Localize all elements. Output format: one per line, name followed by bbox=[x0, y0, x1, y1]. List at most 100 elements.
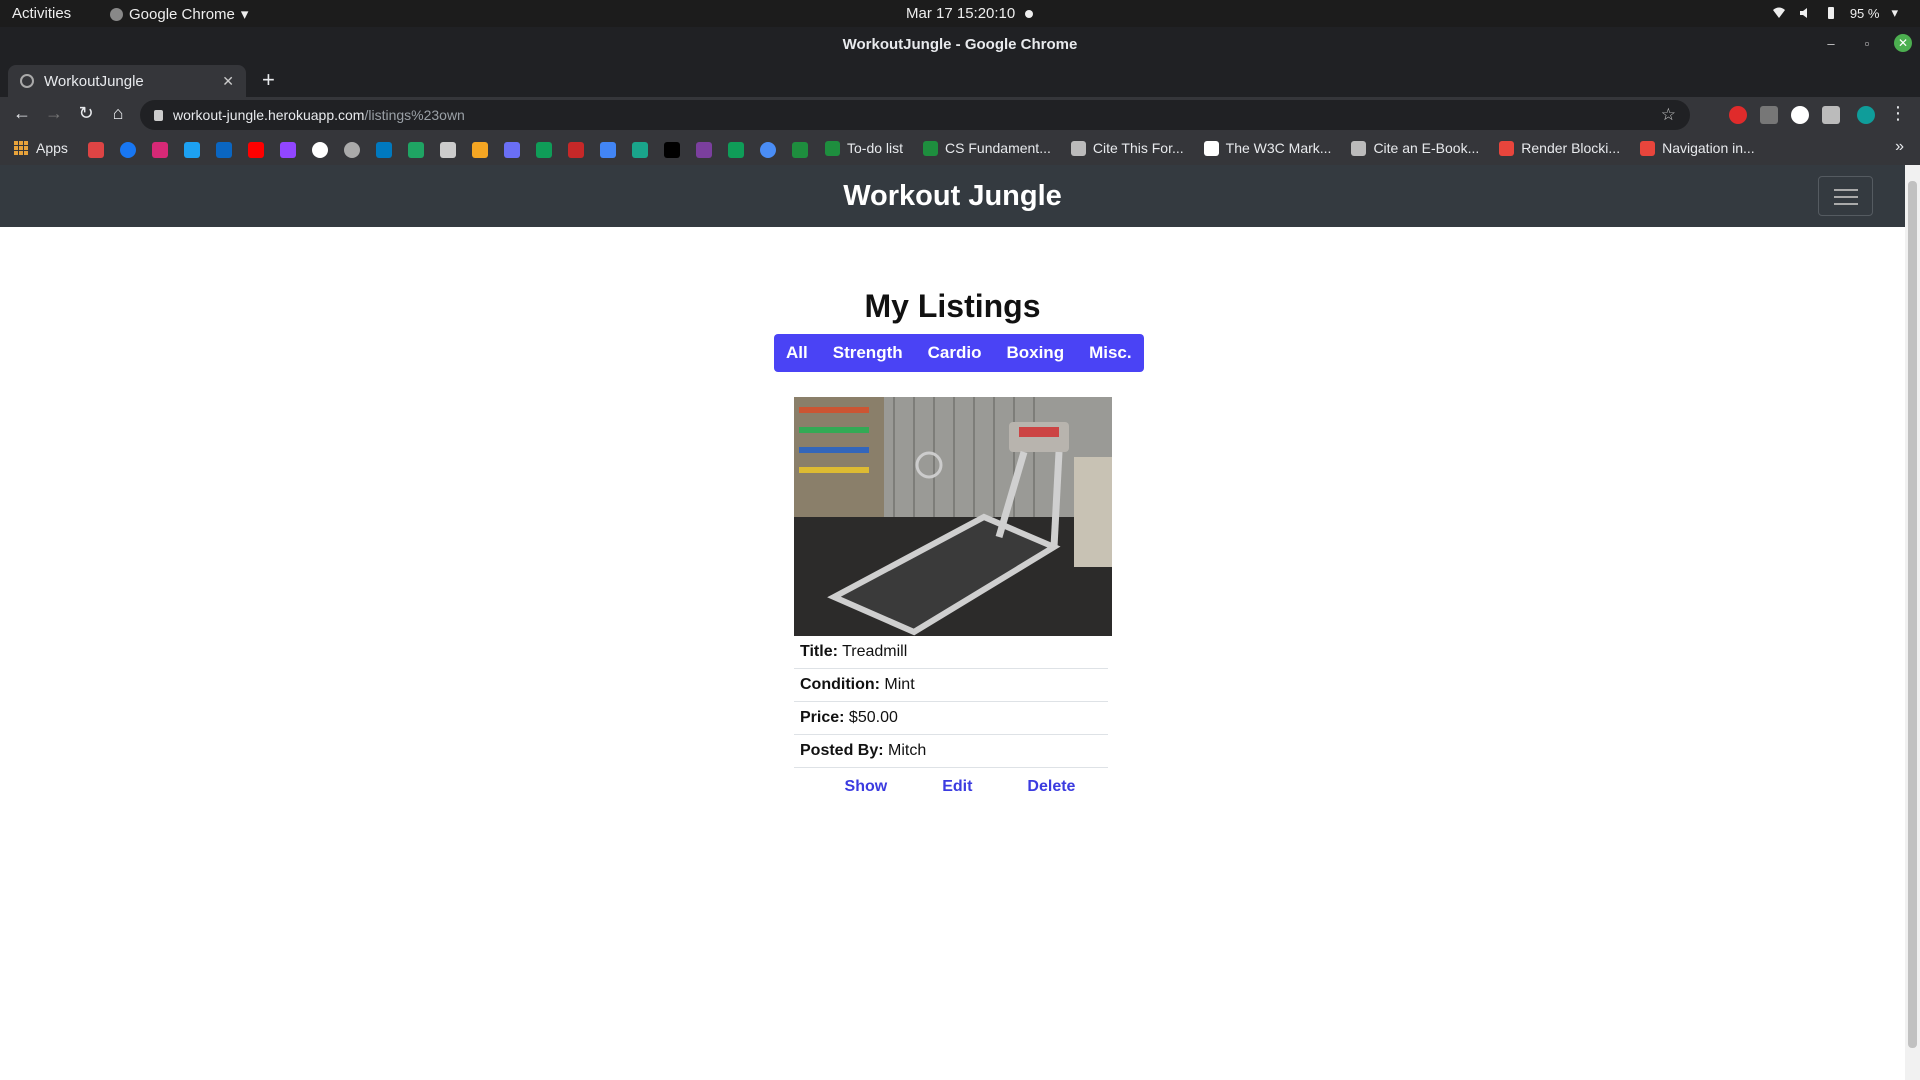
apps-shortcut[interactable]: Apps bbox=[14, 140, 68, 156]
close-tab-icon[interactable]: ✕ bbox=[222, 73, 234, 90]
hamburger-line bbox=[1834, 189, 1858, 191]
green-app-icon[interactable] bbox=[728, 142, 744, 158]
minimize-icon[interactable]: – bbox=[1822, 36, 1840, 51]
caret-down-icon: ▾ bbox=[1891, 5, 1898, 20]
bookmark-star-icon[interactable]: ☆ bbox=[1661, 105, 1676, 125]
extension-red-icon[interactable] bbox=[1729, 106, 1747, 124]
shield-icon[interactable] bbox=[792, 142, 808, 158]
price-label: Price: bbox=[800, 709, 845, 726]
extension-circle-icon[interactable] bbox=[1791, 106, 1809, 124]
apps-label: Apps bbox=[36, 140, 68, 156]
home-icon[interactable]: ⌂ bbox=[106, 103, 130, 124]
scrollbar-thumb[interactable] bbox=[1908, 181, 1917, 1048]
battery-icon bbox=[1827, 7, 1834, 19]
clock[interactable]: Mar 17 15:20:10 bbox=[906, 5, 1034, 22]
page-scrollbar[interactable] bbox=[1905, 165, 1920, 1080]
instagram-icon[interactable] bbox=[152, 142, 168, 158]
url-path: /listings%23own bbox=[364, 107, 465, 123]
page-title: My Listings bbox=[864, 288, 1041, 324]
edit-link[interactable]: Edit bbox=[942, 778, 972, 796]
bookmark-label: Navigation in... bbox=[1662, 140, 1755, 156]
black-app-icon[interactable] bbox=[664, 142, 680, 158]
google-icon[interactable] bbox=[312, 142, 328, 158]
reload-icon[interactable]: ↻ bbox=[74, 103, 98, 124]
purple-app-icon[interactable] bbox=[696, 142, 712, 158]
listing-condition-row: Condition: Mint bbox=[794, 669, 1108, 702]
filter-cardio-button[interactable]: Cardio bbox=[928, 343, 982, 363]
bookmark-label: The W3C Mark... bbox=[1225, 140, 1332, 156]
hangouts-icon[interactable] bbox=[408, 142, 424, 158]
close-window-icon[interactable]: ✕ bbox=[1894, 34, 1912, 52]
bookmark-favicon-icon bbox=[1351, 140, 1367, 156]
forms-icon[interactable] bbox=[504, 142, 520, 158]
extensions-puzzle-icon[interactable] bbox=[1822, 106, 1840, 124]
github-icon[interactable] bbox=[344, 142, 360, 158]
hamburger-line bbox=[1834, 203, 1858, 205]
activities-button[interactable]: Activities bbox=[12, 5, 71, 22]
linkedin-icon[interactable] bbox=[216, 142, 232, 158]
navbar-toggler-button[interactable] bbox=[1818, 176, 1873, 216]
new-tab-icon[interactable]: + bbox=[262, 67, 275, 93]
bookmark-icons bbox=[88, 142, 808, 158]
notification-dot-icon bbox=[1025, 9, 1034, 18]
volume-icon bbox=[1799, 8, 1807, 18]
filter-misc-button[interactable]: Misc. bbox=[1089, 343, 1132, 363]
bookmark-item[interactable]: Cite an E-Book... bbox=[1351, 140, 1479, 156]
caret-down-icon: ▾ bbox=[240, 6, 249, 23]
bookmark-favicon-icon bbox=[1203, 140, 1219, 156]
teal-app-icon[interactable] bbox=[632, 142, 648, 158]
url-host: workout-jungle.herokuapp.com bbox=[173, 107, 365, 123]
bookmark-favicon-icon bbox=[1499, 140, 1515, 156]
datetime: Mar 17 15:20:10 bbox=[906, 5, 1016, 22]
apps-grid-icon bbox=[14, 141, 28, 155]
extension-cast-icon[interactable] bbox=[1760, 106, 1778, 124]
named-bookmarks: To-do list CS Fundament... Cite This For..… bbox=[825, 140, 1755, 156]
system-tray[interactable]: 95 % ▾ bbox=[1772, 5, 1898, 21]
back-icon[interactable]: ← bbox=[10, 103, 34, 124]
tab-strip: WorkoutJungle ✕ bbox=[0, 63, 1920, 97]
sheets-icon[interactable] bbox=[536, 142, 552, 158]
calendar-icon[interactable] bbox=[568, 142, 584, 158]
twitter-icon[interactable] bbox=[184, 142, 200, 158]
tab-workoutjungle[interactable]: WorkoutJungle ✕ bbox=[8, 65, 246, 97]
battery-percent: 95 % bbox=[1849, 5, 1880, 21]
bookmark-favicon-icon bbox=[825, 140, 840, 156]
docs-blue-icon[interactable] bbox=[600, 142, 616, 158]
filter-all-button[interactable]: All bbox=[786, 343, 808, 363]
bookmark-item[interactable]: Render Blocki... bbox=[1499, 140, 1620, 156]
bookmark-favicon-icon bbox=[1640, 140, 1656, 156]
docs-icon[interactable] bbox=[440, 142, 456, 158]
bookmark-item[interactable]: To-do list bbox=[825, 140, 903, 156]
filter-boxing-button[interactable]: Boxing bbox=[1006, 343, 1064, 363]
chrome-menu-icon[interactable]: ⋮ bbox=[1886, 103, 1910, 124]
maximize-icon[interactable]: ▫ bbox=[1858, 36, 1876, 51]
filter-strength-button[interactable]: Strength bbox=[833, 343, 903, 363]
bookmark-item[interactable]: CS Fundament... bbox=[923, 140, 1051, 156]
bookmark-item[interactable]: Navigation in... bbox=[1640, 140, 1755, 156]
tab-title: WorkoutJungle bbox=[44, 72, 144, 90]
listing-title-row: Title: Treadmill bbox=[794, 636, 1108, 669]
site-brand[interactable]: Workout Jungle bbox=[0, 165, 1905, 227]
gmail-icon[interactable] bbox=[88, 142, 104, 158]
app-menu[interactable]: Google Chrome ▾ bbox=[110, 5, 248, 23]
globe-icon bbox=[20, 74, 34, 88]
forward-icon[interactable]: → bbox=[42, 103, 66, 124]
wifi-icon bbox=[1772, 7, 1785, 18]
facebook-icon[interactable] bbox=[120, 142, 136, 158]
bookmark-label: To-do list bbox=[847, 140, 904, 156]
show-link[interactable]: Show bbox=[845, 778, 888, 796]
listing-price-row: Price: $50.00 bbox=[794, 702, 1108, 735]
address-bar[interactable]: workout-jungle.herokuapp.com/listings%23… bbox=[140, 100, 1690, 130]
bookmark-item[interactable]: The W3C Mark... bbox=[1203, 140, 1332, 156]
twitch-icon[interactable] bbox=[280, 142, 296, 158]
bookmark-label: CS Fundament... bbox=[945, 140, 1051, 156]
bookmarks-overflow-icon[interactable]: » bbox=[1895, 138, 1904, 156]
title-label: Title: bbox=[800, 643, 838, 660]
bookmark-item[interactable]: Cite This For... bbox=[1070, 140, 1184, 156]
delete-link[interactable]: Delete bbox=[1027, 778, 1075, 796]
stack-icon[interactable] bbox=[472, 142, 488, 158]
youtube-icon[interactable] bbox=[248, 142, 264, 158]
profile-avatar-icon[interactable] bbox=[1857, 106, 1875, 124]
trello-icon[interactable] bbox=[376, 142, 392, 158]
onedrive-icon[interactable] bbox=[760, 142, 776, 158]
